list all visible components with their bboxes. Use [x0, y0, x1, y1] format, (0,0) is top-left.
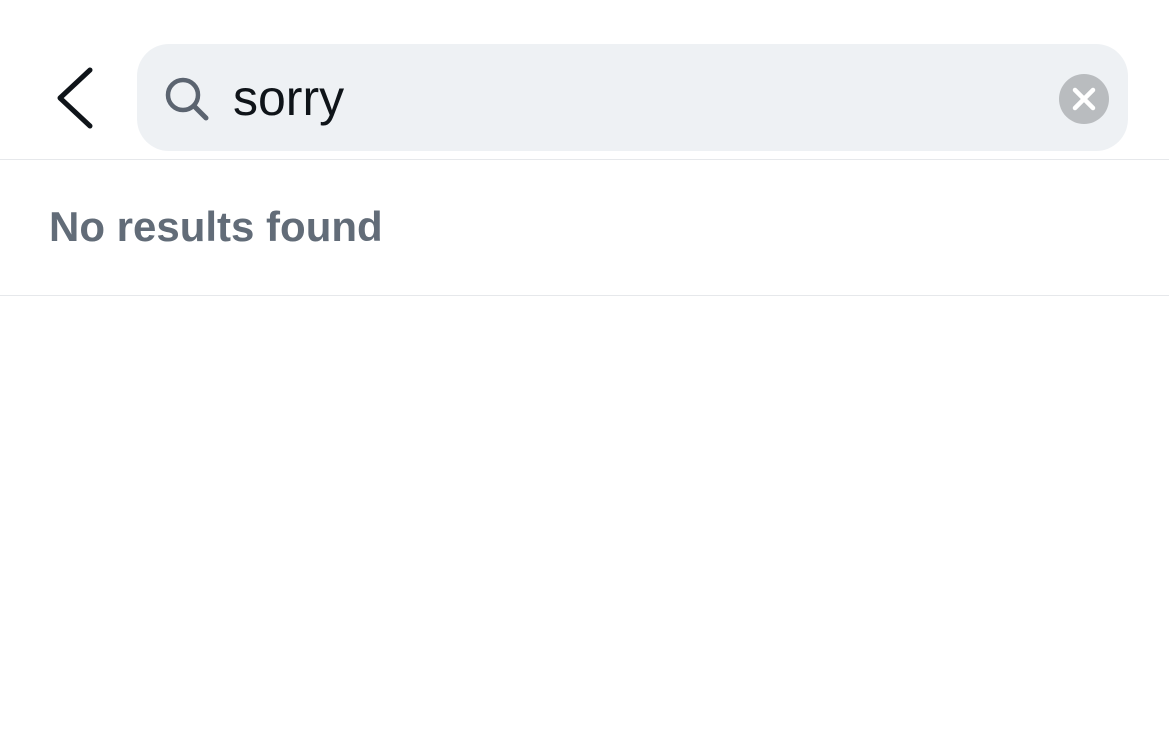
search-results: No results found	[0, 161, 1169, 296]
search-bar[interactable]	[137, 44, 1128, 151]
back-button[interactable]	[40, 58, 112, 138]
chevron-left-icon	[57, 67, 93, 129]
search-icon	[165, 77, 209, 121]
clear-search-button[interactable]	[1059, 74, 1109, 124]
close-icon	[1072, 87, 1096, 111]
search-input[interactable]	[233, 64, 1033, 132]
search-header	[0, 0, 1169, 160]
no-results-message: No results found	[49, 203, 383, 250]
